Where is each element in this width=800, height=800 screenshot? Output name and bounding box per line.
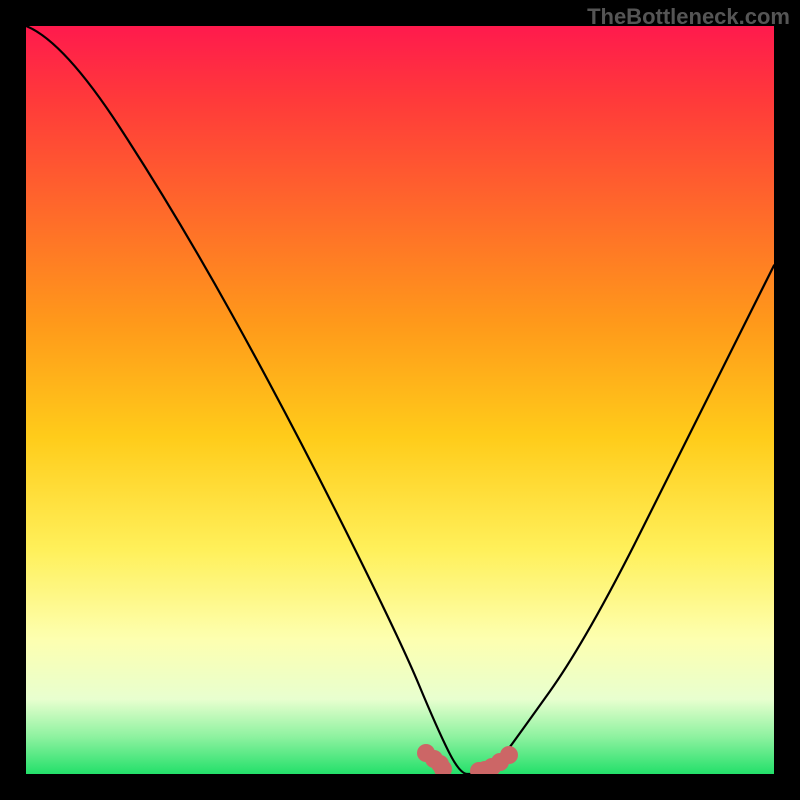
marker-dot xyxy=(434,760,452,774)
plot-area xyxy=(26,26,774,774)
marker-dots xyxy=(26,26,774,774)
marker-dot xyxy=(500,746,518,764)
watermark: TheBottleneck.com xyxy=(587,4,790,30)
